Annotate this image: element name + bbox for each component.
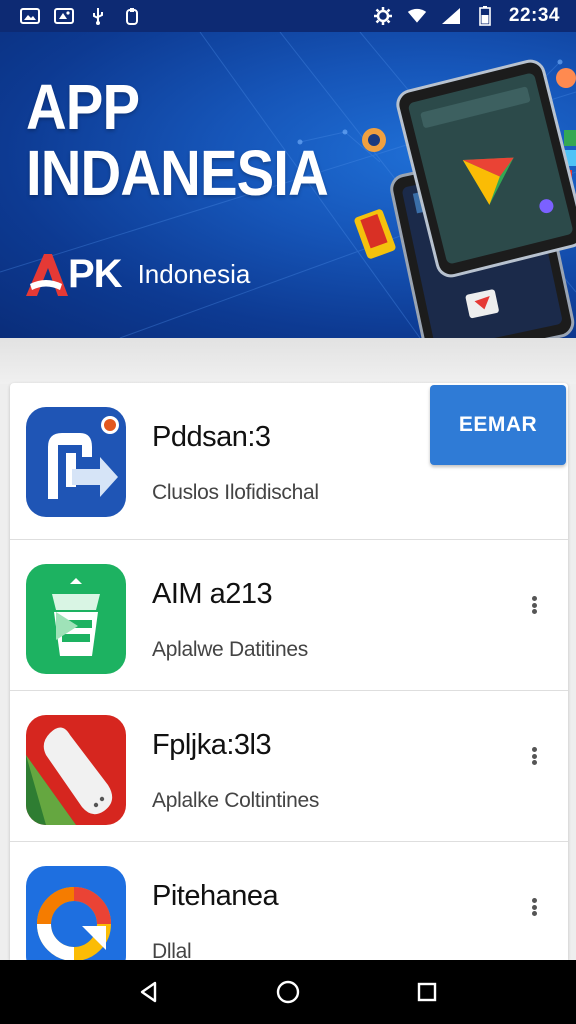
- promo-banner[interactable]: APP INDANESIA PK Indonesia: [0, 32, 576, 338]
- list-item[interactable]: Pitehanea Dllal: [10, 842, 568, 960]
- brand-name: Indonesia: [137, 258, 251, 289]
- banner-title: APP INDANESIA: [26, 71, 329, 209]
- list-item[interactable]: Pddsan:3 Cluslos Ilofidischal EEMAR: [10, 383, 568, 540]
- list-item[interactable]: AIM a213 Aplalwe Datitines: [10, 540, 568, 691]
- navigation-bar: [0, 960, 576, 1024]
- wifi-icon: [407, 7, 427, 25]
- back-icon[interactable]: [129, 972, 169, 1012]
- overflow-menu-icon[interactable]: [524, 743, 544, 769]
- image-icon: [54, 7, 74, 25]
- list-item[interactable]: Fpljka:3l3 Aplalke Coltintines: [10, 691, 568, 842]
- app-subtitle: Dllal: [152, 940, 192, 960]
- app-subtitle: Cluslos Ilofidischal: [152, 481, 319, 504]
- banner-shadow-band: [0, 338, 576, 384]
- trash-bin-icon: [26, 564, 126, 674]
- status-time: 22:34: [508, 5, 560, 26]
- app-list: Pddsan:3 Cluslos Ilofidischal EEMAR AIM …: [10, 383, 568, 960]
- install-button[interactable]: EEMAR: [430, 385, 566, 465]
- app-name: Fpljka:3l3: [152, 729, 272, 761]
- color-ring-icon: [26, 866, 126, 960]
- status-right: 22:34: [373, 5, 560, 27]
- brand-apk-text: PK: [68, 251, 123, 296]
- app-name: Pddsan:3: [152, 421, 271, 453]
- phones-illustration: [354, 59, 576, 338]
- app-name: Pitehanea: [152, 880, 279, 912]
- banner-title-line2: INDANESIA: [26, 137, 329, 209]
- app-subtitle: Aplalwe Datitines: [152, 638, 308, 661]
- banner-title-line1: APP: [26, 71, 140, 143]
- home-icon[interactable]: [268, 972, 308, 1012]
- status-left: [20, 7, 142, 25]
- app-name: AIM a213: [152, 578, 273, 610]
- recents-icon[interactable]: [407, 972, 447, 1012]
- brand: PK Indonesia: [24, 250, 250, 298]
- clipboard-icon: [122, 7, 142, 25]
- apk-logo-icon: [26, 254, 68, 296]
- app-subtitle: Aplalke Coltintines: [152, 789, 320, 812]
- overflow-menu-icon[interactable]: [524, 894, 544, 920]
- signal-icon: [441, 7, 461, 25]
- gallery-icon: [20, 7, 40, 25]
- phone-handset-icon: [26, 715, 126, 825]
- battery-icon: [475, 6, 495, 26]
- usb-icon: [88, 7, 108, 25]
- door-arrow-icon: [26, 407, 126, 517]
- status-bar: 22:34: [0, 0, 576, 32]
- settings-icon: [373, 7, 393, 25]
- apk-logo: PK: [24, 250, 123, 298]
- overflow-menu-icon[interactable]: [524, 592, 544, 618]
